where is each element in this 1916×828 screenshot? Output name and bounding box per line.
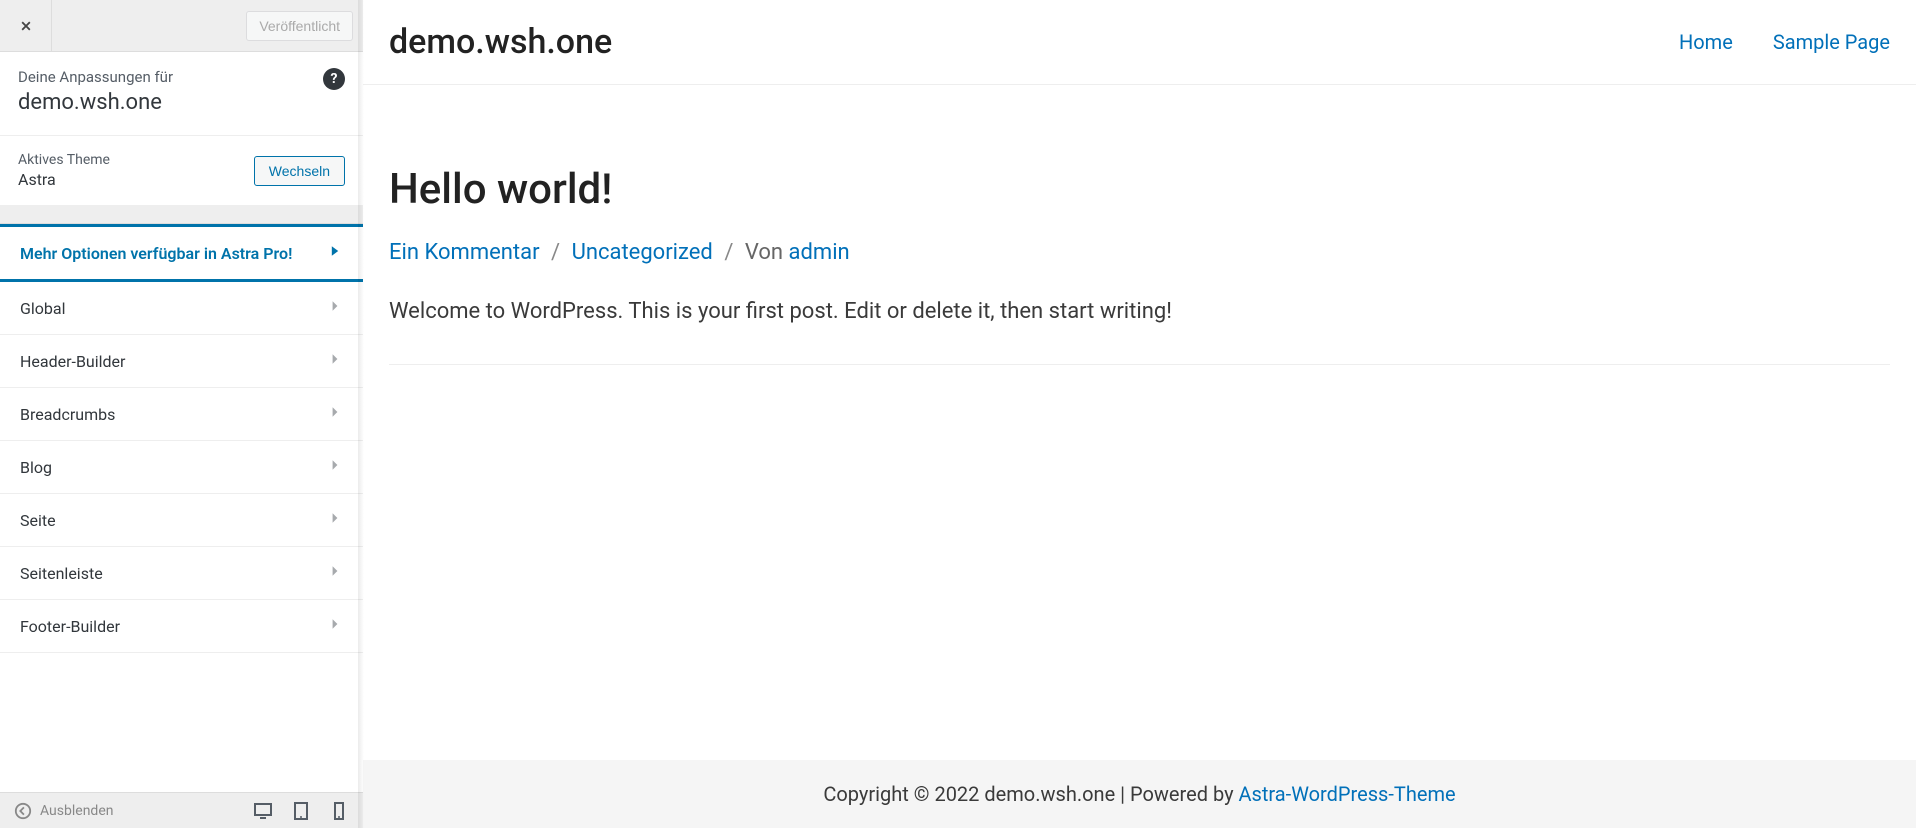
- footer-copyright: Copyright © 2022 demo.wsh.one | Powered …: [823, 782, 1238, 806]
- nav-link-sample-page[interactable]: Sample Page: [1773, 30, 1890, 54]
- active-theme-panel: Aktives Theme Astra Wechseln: [0, 136, 363, 206]
- panel-breadcrumbs[interactable]: Breadcrumbs: [0, 388, 363, 441]
- panel-label: Seite: [20, 511, 56, 530]
- desktop-icon: [253, 801, 273, 821]
- customizer-panel-list[interactable]: Mehr Optionen verfügbar in Astra Pro! Gl…: [0, 224, 363, 828]
- change-theme-button[interactable]: Wechseln: [254, 156, 345, 186]
- panel-label: Mehr Optionen verfügbar in Astra Pro!: [20, 244, 292, 263]
- primary-nav: Home Sample Page: [1679, 30, 1890, 54]
- preview-body: Hello world! Ein Kommentar / Uncategoriz…: [363, 85, 1916, 760]
- meta-separator: /: [551, 240, 560, 265]
- post-author-prefix: Von: [745, 240, 789, 265]
- active-theme-label: Aktives Theme: [18, 152, 110, 168]
- collapse-sidebar-button[interactable]: Ausblenden: [14, 802, 113, 820]
- chevron-right-icon: [327, 563, 343, 583]
- close-customizer-button[interactable]: [0, 0, 52, 52]
- customizing-site-info: Deine Anpassungen für demo.wsh.one ?: [0, 52, 363, 136]
- panel-global[interactable]: Global: [0, 282, 363, 335]
- post-title[interactable]: Hello world!: [389, 165, 1890, 214]
- panel-label: Blog: [20, 458, 52, 477]
- publish-button[interactable]: Veröffentlicht: [246, 11, 353, 41]
- panel-label: Header-Builder: [20, 352, 125, 371]
- panel-header-builder[interactable]: Header-Builder: [0, 335, 363, 388]
- meta-separator: /: [724, 240, 733, 265]
- post-category-link[interactable]: Uncategorized: [572, 240, 713, 265]
- panel-label: Footer-Builder: [20, 617, 120, 636]
- device-desktop-button[interactable]: [253, 801, 273, 821]
- close-icon: [17, 17, 35, 35]
- sidebar-header: Veröffentlicht: [0, 0, 363, 52]
- collapse-icon: [14, 802, 32, 820]
- panel-seitenleiste[interactable]: Seitenleiste: [0, 547, 363, 600]
- post-author-link[interactable]: admin: [789, 240, 850, 265]
- preview-site-title[interactable]: demo.wsh.one: [389, 22, 612, 62]
- device-preview-icons: [253, 801, 349, 821]
- mobile-icon: [329, 801, 349, 821]
- chevron-right-icon: [327, 457, 343, 477]
- panel-blog[interactable]: Blog: [0, 441, 363, 494]
- device-tablet-button[interactable]: [291, 801, 311, 821]
- panel-footer-builder[interactable]: Footer-Builder: [0, 600, 363, 653]
- nav-link-home[interactable]: Home: [1679, 30, 1733, 54]
- device-mobile-button[interactable]: [329, 801, 349, 821]
- preview-header: demo.wsh.one Home Sample Page: [363, 0, 1916, 85]
- preview-footer: Copyright © 2022 demo.wsh.one | Powered …: [363, 760, 1916, 828]
- chevron-right-icon: [327, 404, 343, 424]
- post-comments-link[interactable]: Ein Kommentar: [389, 240, 540, 265]
- help-icon[interactable]: ?: [323, 68, 345, 90]
- panel-label: Breadcrumbs: [20, 405, 115, 424]
- panel-astra-pro-promo[interactable]: Mehr Optionen verfügbar in Astra Pro!: [0, 224, 363, 282]
- customizing-label: Deine Anpassungen für: [18, 68, 345, 86]
- panel-seite[interactable]: Seite: [0, 494, 363, 547]
- chevron-right-icon: [327, 298, 343, 318]
- panel-label: Seitenleiste: [20, 564, 103, 583]
- chevron-right-icon: [327, 243, 343, 263]
- chevron-right-icon: [327, 510, 343, 530]
- panel-label: Global: [20, 299, 66, 318]
- chevron-right-icon: [327, 351, 343, 371]
- sidebar-footer: Ausblenden: [0, 792, 363, 828]
- site-preview: demo.wsh.one Home Sample Page Hello worl…: [363, 0, 1916, 828]
- site-name: demo.wsh.one: [18, 90, 345, 115]
- post-meta: Ein Kommentar / Uncategorized / Von admi…: [389, 240, 1890, 265]
- post-content: Welcome to WordPress. This is your first…: [389, 299, 1890, 365]
- tablet-icon: [291, 801, 311, 821]
- active-theme-name: Astra: [18, 170, 110, 189]
- sidebar-separator: [0, 206, 363, 224]
- chevron-right-icon: [327, 616, 343, 636]
- footer-theme-link[interactable]: Astra-WordPress-Theme: [1239, 782, 1456, 806]
- collapse-label: Ausblenden: [40, 803, 113, 819]
- customizer-sidebar: Veröffentlicht Deine Anpassungen für dem…: [0, 0, 363, 828]
